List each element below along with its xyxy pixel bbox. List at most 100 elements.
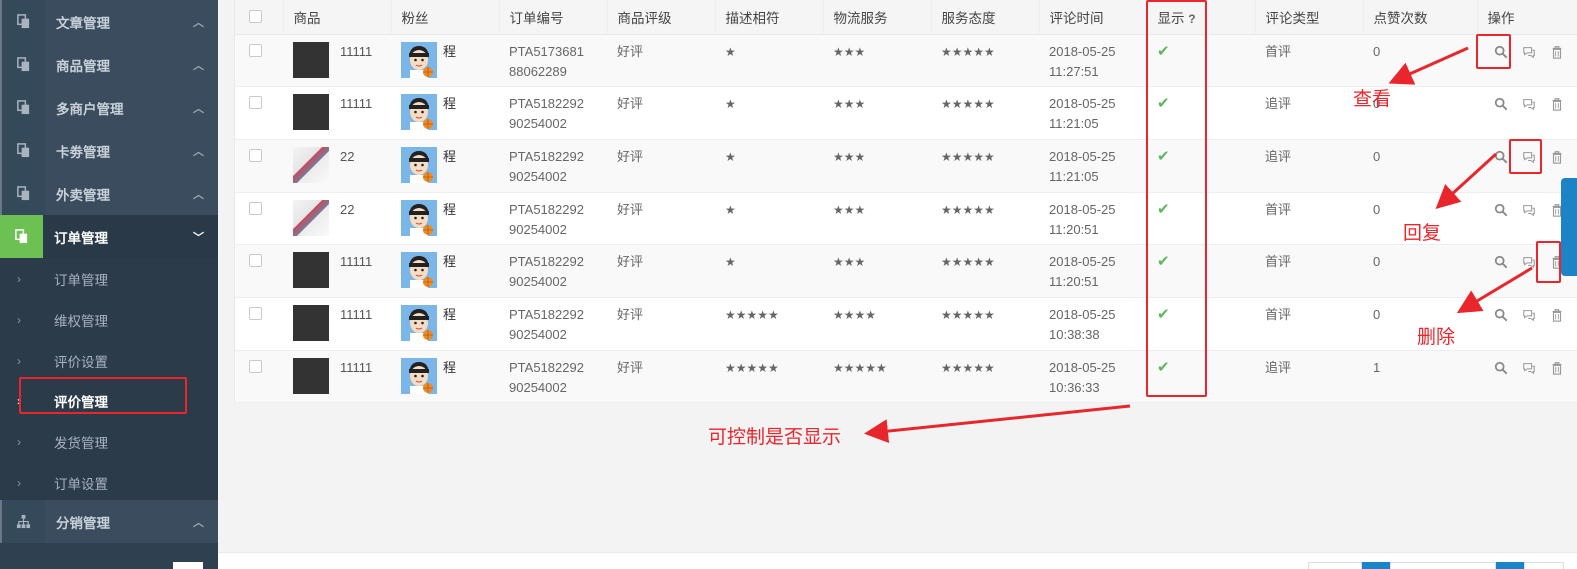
chevron-right-icon: › bbox=[17, 353, 21, 368]
cell-review-time: 2018-05-25 10:36:33 bbox=[1039, 350, 1147, 404]
trash-icon[interactable] bbox=[1543, 305, 1571, 325]
row-checkbox[interactable] bbox=[249, 306, 262, 320]
cell-select[interactable] bbox=[235, 86, 283, 140]
fan-name: 程 bbox=[443, 96, 457, 112]
table-row: 22 程 PTA518229290254002 好评 ★ ★★★ ★★★★★ 2018-05-… bbox=[235, 139, 1577, 193]
cell-fan: 程 bbox=[391, 297, 499, 351]
submenu-review-settings[interactable]: › 评价设置 bbox=[0, 340, 218, 381]
pager-current-page[interactable] bbox=[1362, 562, 1390, 569]
menu-takeout[interactable]: 外卖管理 ︿ bbox=[0, 172, 218, 215]
submenu-order-settings[interactable]: › 订单设置 bbox=[0, 462, 218, 503]
cell-display: ✔ bbox=[1147, 192, 1255, 246]
search-icon[interactable] bbox=[1487, 94, 1515, 114]
pager-prev[interactable] bbox=[1308, 562, 1362, 569]
comment-icon[interactable] bbox=[1515, 94, 1543, 114]
review-date: 2018-05-25 bbox=[1049, 148, 1116, 164]
cell-logistics-stars: ★★★★★ bbox=[823, 350, 931, 404]
pager-pages[interactable] bbox=[1390, 562, 1496, 569]
row-checkbox[interactable] bbox=[249, 359, 262, 373]
menu-distribution[interactable]: 分销管理 ︿ bbox=[0, 500, 218, 543]
trash-icon[interactable] bbox=[1543, 147, 1571, 167]
chevron-up-icon: ︿ bbox=[193, 516, 204, 529]
display-check-icon[interactable]: ✔ bbox=[1157, 148, 1170, 165]
row-checkbox[interactable] bbox=[249, 201, 262, 215]
display-check-icon[interactable]: ✔ bbox=[1157, 43, 1170, 60]
cell-rating: 好评 bbox=[607, 350, 715, 404]
goods-thumbnail[interactable] bbox=[293, 146, 329, 183]
comment-icon[interactable] bbox=[1515, 252, 1543, 272]
cell-select[interactable] bbox=[235, 139, 283, 193]
cell-review-type: 首评 bbox=[1255, 192, 1363, 246]
submenu-review-manage[interactable]: › 评价管理 bbox=[0, 380, 218, 421]
cell-order-no: PTA518229290254002 bbox=[499, 86, 607, 140]
goods-thumbnail[interactable] bbox=[293, 94, 329, 131]
menu-goods[interactable]: 商品管理 ︿ bbox=[0, 43, 218, 86]
cell-rating: 好评 bbox=[607, 86, 715, 140]
chevron-up-icon: ︿ bbox=[193, 145, 204, 158]
cell-review-time: 2018-05-25 11:21:05 bbox=[1039, 86, 1147, 140]
display-check-icon[interactable]: ✔ bbox=[1157, 253, 1170, 270]
menu-article[interactable]: 文章管理 ︿ bbox=[0, 0, 218, 43]
help-icon[interactable]: ? bbox=[1188, 12, 1195, 26]
trash-icon[interactable] bbox=[1543, 94, 1571, 114]
row-checkbox[interactable] bbox=[249, 96, 262, 110]
display-check-icon[interactable]: ✔ bbox=[1157, 306, 1170, 323]
cell-select[interactable] bbox=[235, 297, 283, 351]
comment-icon[interactable] bbox=[1515, 147, 1543, 167]
table-header-row: 商品 粉丝 订单编号 商品评级 描述相符 物流服务 服务态度 评论时间 显示 ?… bbox=[235, 0, 1577, 35]
side-float-tab[interactable] bbox=[1561, 178, 1577, 276]
search-icon[interactable] bbox=[1487, 147, 1515, 167]
cell-goods: 11111 bbox=[283, 297, 391, 351]
cell-review-time: 2018-05-25 10:38:38 bbox=[1039, 297, 1147, 351]
chevron-right-icon: › bbox=[17, 271, 21, 286]
display-check-icon[interactable]: ✔ bbox=[1157, 201, 1170, 218]
cell-order-no: PTA518229290254002 bbox=[499, 350, 607, 404]
cell-select[interactable] bbox=[235, 244, 283, 298]
cell-select[interactable] bbox=[235, 34, 283, 88]
trash-icon[interactable] bbox=[1543, 42, 1571, 62]
comment-icon[interactable] bbox=[1515, 305, 1543, 325]
comment-icon[interactable] bbox=[1515, 42, 1543, 62]
pager-next[interactable] bbox=[1524, 562, 1564, 569]
row-checkbox[interactable] bbox=[249, 148, 262, 162]
search-icon[interactable] bbox=[1487, 42, 1515, 62]
row-checkbox[interactable] bbox=[249, 254, 262, 268]
comment-icon[interactable] bbox=[1515, 358, 1543, 378]
row-checkbox[interactable] bbox=[249, 43, 262, 57]
menu-order[interactable]: 订单管理 ﹀ bbox=[0, 215, 218, 258]
search-icon[interactable] bbox=[1487, 305, 1515, 325]
goods-thumbnail[interactable] bbox=[293, 357, 329, 394]
submenu-rights[interactable]: › 维权管理 bbox=[0, 299, 218, 340]
search-icon[interactable] bbox=[1487, 252, 1515, 272]
cell-review-type: 首评 bbox=[1255, 244, 1363, 298]
goods-thumbnail[interactable] bbox=[293, 252, 329, 289]
cell-select[interactable] bbox=[235, 350, 283, 404]
goods-thumbnail[interactable] bbox=[293, 304, 329, 341]
cell-fan: 程 bbox=[391, 350, 499, 404]
goods-name: 22 bbox=[340, 201, 355, 217]
cell-select[interactable] bbox=[235, 192, 283, 246]
menu-coupon[interactable]: 卡劵管理 ︿ bbox=[0, 129, 218, 172]
header-select-all[interactable] bbox=[235, 0, 284, 35]
menu-merchant[interactable]: 多商户管理 ︿ bbox=[0, 86, 218, 129]
cell-service-stars: ★★★★★ bbox=[931, 350, 1039, 404]
submenu-order-manage[interactable]: › 订单管理 bbox=[0, 258, 218, 299]
select-all-checkbox[interactable] bbox=[249, 9, 262, 23]
goods-thumbnail[interactable] bbox=[293, 41, 329, 78]
review-clock: 11:20:51 bbox=[1049, 274, 1099, 290]
cell-desc-stars: ★ bbox=[715, 139, 823, 193]
cell-fan: 程 bbox=[391, 244, 499, 298]
cell-logistics-stars: ★★★ bbox=[823, 139, 931, 193]
header-fan: 粉丝 bbox=[391, 0, 500, 35]
menu-label: 多商户管理 bbox=[56, 101, 124, 117]
submenu-shipping[interactable]: › 发货管理 bbox=[0, 421, 218, 462]
search-icon[interactable] bbox=[1487, 358, 1515, 378]
pager-jump-button[interactable] bbox=[1496, 562, 1524, 569]
search-icon[interactable] bbox=[1487, 200, 1515, 220]
cell-service-stars: ★★★★★ bbox=[931, 86, 1039, 140]
display-check-icon[interactable]: ✔ bbox=[1157, 95, 1170, 112]
trash-icon[interactable] bbox=[1543, 358, 1571, 378]
comment-icon[interactable] bbox=[1515, 200, 1543, 220]
display-check-icon[interactable]: ✔ bbox=[1157, 359, 1170, 376]
goods-thumbnail[interactable] bbox=[293, 199, 329, 236]
